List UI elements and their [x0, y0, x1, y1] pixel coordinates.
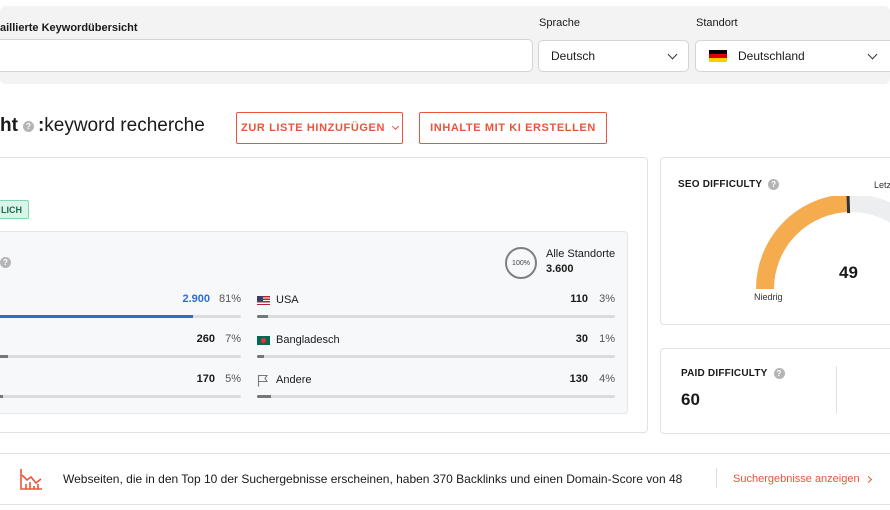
chevron-down-icon	[667, 49, 678, 60]
seo-difficulty-title: SEO DIFFICULTY ?	[678, 179, 780, 190]
last-updated-label: Letz	[874, 180, 890, 190]
chevron-right-icon	[864, 475, 872, 483]
seo-difficulty-label: SEO DIFFICULTY	[678, 179, 763, 190]
add-to-list-button[interactable]: ZUR LISTE HINZUFÜGEN	[236, 112, 403, 144]
row-percent: 3%	[599, 293, 615, 305]
location-select-value: Deutschland	[738, 49, 805, 63]
row-percent: 4%	[599, 373, 615, 385]
chart-trend-icon	[20, 469, 42, 490]
search-label: aillierte Keywordübersicht	[0, 22, 138, 34]
seo-difficulty-level: Niedrig	[754, 292, 783, 302]
paid-difficulty-title: PAID DIFFICULTY ?	[681, 368, 785, 379]
banner-text: Webseiten, die in den Top 10 der Sucherg…	[63, 472, 683, 486]
paid-difficulty-value: 60	[681, 390, 700, 409]
help-icon[interactable]: ?	[22, 120, 34, 132]
divider	[836, 366, 837, 414]
row-share-bar	[257, 315, 615, 318]
row-share-bar	[257, 355, 615, 358]
row-value: 170	[196, 373, 215, 385]
help-icon[interactable]: ?	[773, 368, 785, 379]
row-share-fill	[257, 355, 265, 358]
row-value: 260	[196, 333, 215, 345]
row-share-fill	[257, 395, 272, 398]
gauge-fill	[756, 196, 849, 290]
row-percent: 5%	[225, 373, 241, 385]
location-name: USA	[276, 294, 299, 306]
location-name: Andere	[276, 374, 312, 386]
flag-us-icon	[257, 296, 270, 305]
row-value: 130	[569, 373, 588, 385]
divider	[716, 468, 717, 488]
row-share-bar	[257, 395, 615, 398]
title-keyword: keyword recherche	[44, 115, 205, 136]
row-value: 2.900	[182, 293, 210, 305]
row-percent: 81%	[218, 293, 241, 305]
language-label: Sprache	[539, 17, 580, 29]
show-search-results-label: Suchergebnisse anzeigen	[733, 473, 860, 485]
all-locations-ring: 100%	[505, 247, 537, 279]
row-share-bar	[0, 315, 241, 318]
all-locations-label: Alle Standorte	[546, 248, 616, 260]
title-fragment: ht	[0, 115, 18, 136]
row-share-fill	[0, 315, 194, 318]
page-title: ht ? : keyword recherche	[0, 115, 205, 137]
flag-outline-icon	[257, 374, 269, 387]
row-share-bar	[0, 395, 241, 398]
paid-difficulty-label: PAID DIFFICULTY	[681, 368, 768, 379]
all-locations-value: 3.600	[546, 263, 574, 275]
add-to-list-label: ZUR LISTE HINZUFÜGEN	[241, 122, 385, 134]
flag-de-icon	[709, 50, 727, 62]
flag-bd-icon	[257, 336, 270, 345]
seo-difficulty-value: 49	[839, 263, 858, 282]
help-icon[interactable]: ?	[0, 257, 11, 268]
location-select[interactable]: Deutschland	[695, 40, 890, 72]
row-percent: 7%	[225, 333, 241, 345]
language-select-value: Deutsch	[551, 49, 596, 63]
chevron-down-icon	[867, 49, 878, 60]
help-icon[interactable]: ?	[768, 179, 780, 190]
gauge-marker	[846, 196, 851, 214]
show-search-results-link[interactable]: Suchergebnisse anzeigen	[733, 473, 872, 485]
create-ai-content-button[interactable]: INHALTE MIT KI ERSTELLEN	[419, 112, 607, 144]
row-share-fill	[0, 355, 8, 358]
row-share-bar	[0, 355, 241, 358]
row-share-fill	[0, 395, 3, 398]
row-value: 110	[570, 293, 588, 305]
language-select[interactable]: Deutsch	[538, 40, 689, 72]
status-badge: LICH	[0, 200, 29, 219]
chevron-down-icon	[391, 122, 400, 131]
location-name: Bangladesch	[276, 334, 340, 346]
row-value: 30	[575, 333, 588, 345]
row-share-fill	[257, 315, 268, 318]
keyword-search-input[interactable]	[0, 39, 533, 72]
row-percent: 1%	[599, 333, 615, 345]
seo-difficulty-gauge	[756, 196, 890, 290]
location-label: Standort	[696, 17, 738, 29]
